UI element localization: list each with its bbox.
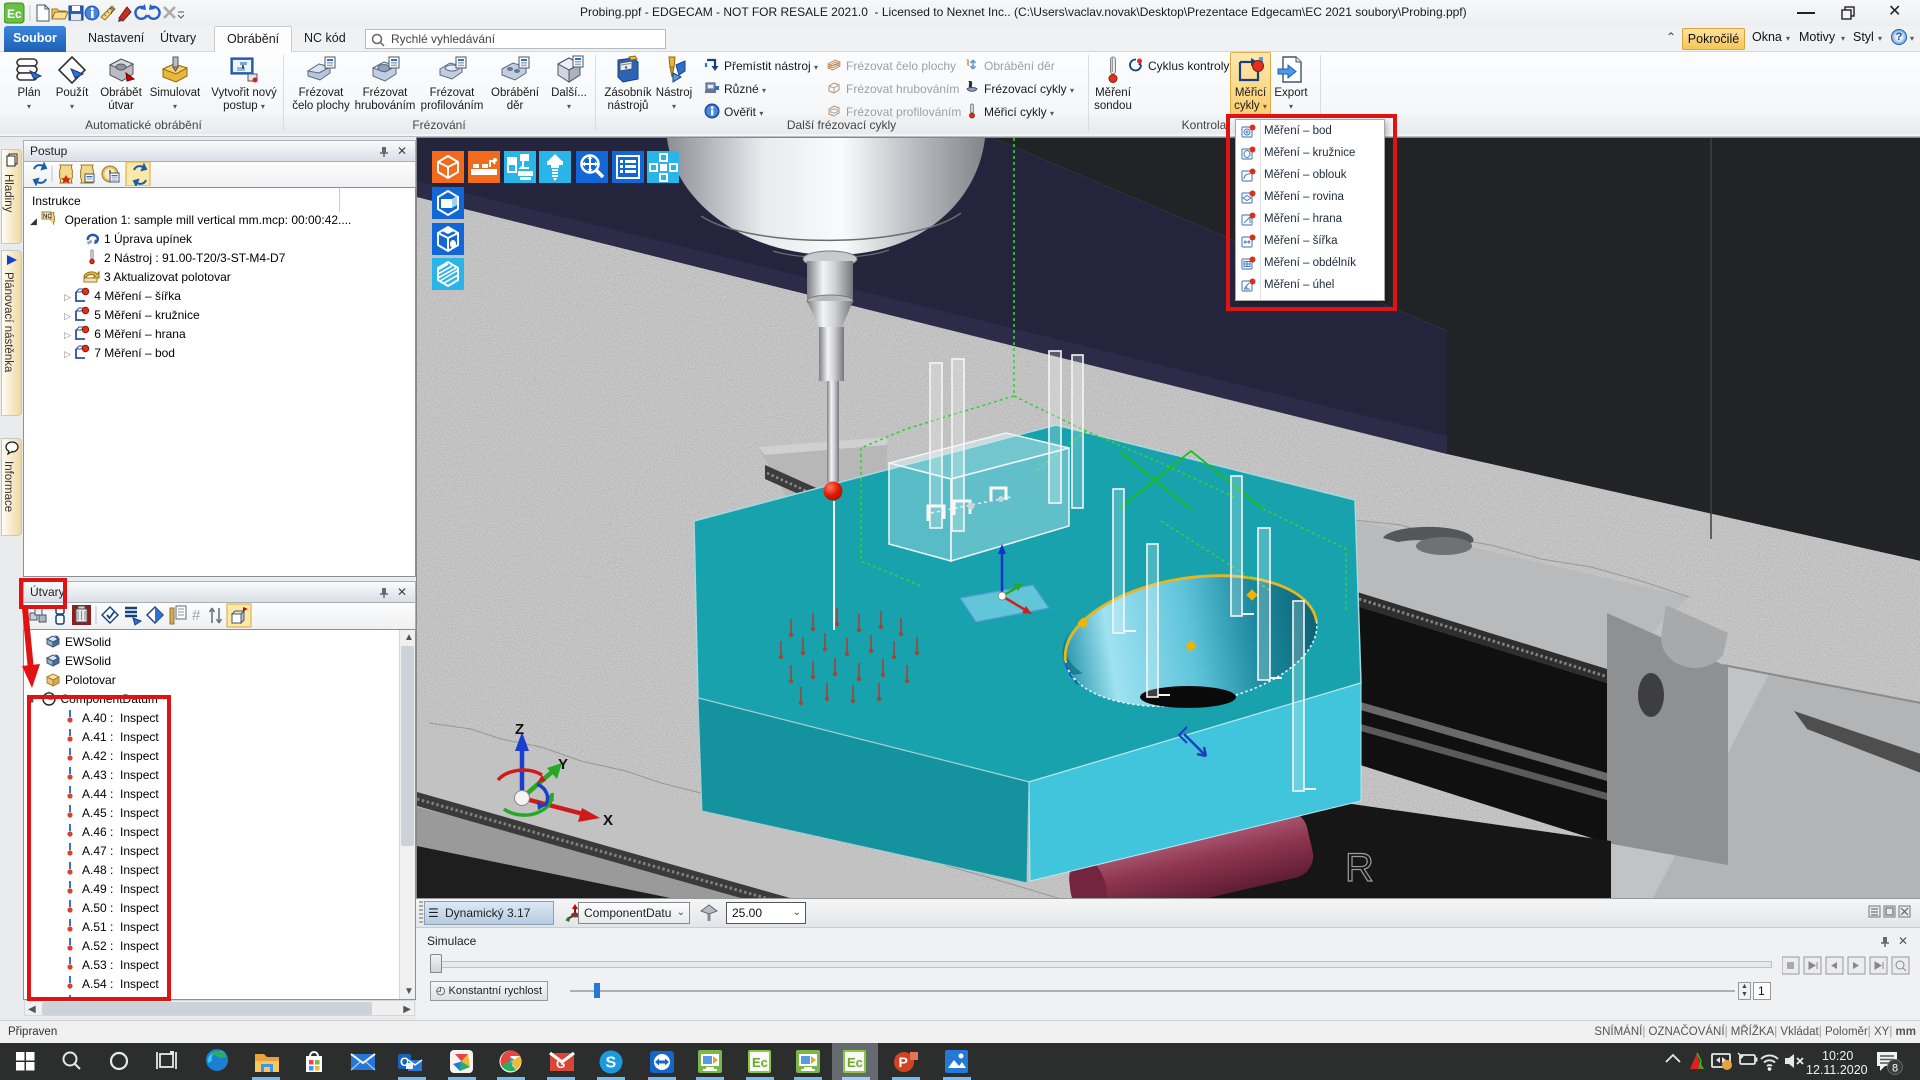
svg-text:X: X	[603, 812, 613, 829]
svg-text:Y: Y	[558, 756, 568, 773]
svg-text:Z: Z	[515, 721, 524, 738]
svg-text:Ec: Ec	[7, 7, 22, 21]
svg-text:G: G	[556, 1057, 565, 1071]
svg-text:Ec: Ec	[752, 1055, 768, 1070]
svg-text:NC: NC	[43, 214, 52, 220]
svg-text:?: ?	[109, 6, 114, 16]
svg-text:12.11.2020: 12.11.2020	[1806, 1063, 1868, 1077]
svg-text:8: 8	[1892, 1063, 1898, 1075]
svg-text:P: P	[899, 1054, 908, 1070]
svg-text:#: #	[192, 607, 201, 624]
svg-text:S: S	[606, 1055, 617, 1072]
svg-text:10:20: 10:20	[1822, 1049, 1853, 1063]
svg-text:Ec: Ec	[847, 1055, 863, 1070]
svg-text:R: R	[1345, 846, 1374, 890]
